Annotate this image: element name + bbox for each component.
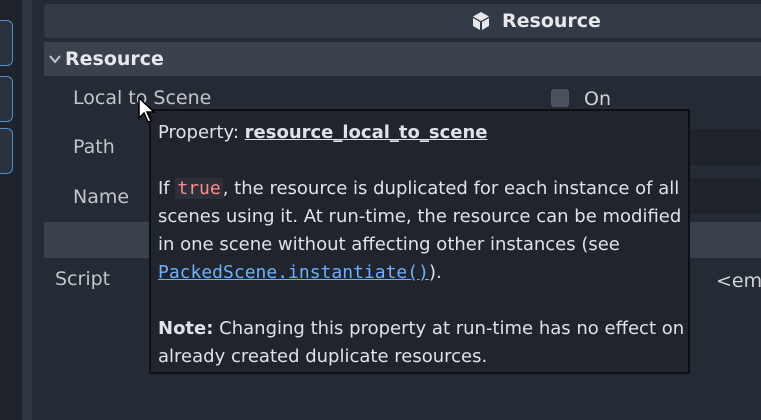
chevron-down-icon	[49, 55, 61, 64]
panel-divider[interactable]	[22, 0, 32, 420]
tooltip-note-text: Changing this property at run-time has n…	[158, 318, 685, 367]
mouse-cursor-icon	[138, 97, 156, 123]
section-title: Resource	[65, 48, 164, 70]
name-label: Name	[73, 186, 130, 208]
inspector-title: Resource	[502, 10, 601, 32]
resource-cube-icon	[473, 12, 489, 30]
tooltip-note: Note: Changing this property at run-time…	[158, 315, 688, 371]
dock-tab[interactable]	[0, 20, 13, 66]
dock-tab[interactable]	[0, 128, 13, 174]
tooltip-property-line: Property: resource_local_to_scene	[158, 119, 688, 147]
tooltip-link-instantiate[interactable]: PackedScene.instantiate()	[158, 262, 429, 283]
tooltip-code-true: true	[175, 178, 223, 199]
inspector-header: Resource	[44, 4, 761, 38]
tooltip-desc-part1: If	[158, 178, 176, 199]
dock-tab[interactable]	[0, 76, 13, 122]
left-dock	[0, 0, 22, 420]
tooltip-desc-part2: , the resource is duplicated for each in…	[158, 178, 682, 255]
tooltip-property-prefix: Property:	[158, 122, 245, 143]
section-resource[interactable]: Resource	[44, 42, 761, 76]
property-tooltip: Property: resource_local_to_scene If tru…	[149, 109, 690, 374]
script-value[interactable]: <em	[716, 270, 761, 292]
tooltip-property-name: resource_local_to_scene	[244, 122, 488, 143]
script-label: Script	[55, 268, 111, 290]
path-label: Path	[73, 136, 115, 158]
tooltip-note-label: Note:	[158, 318, 214, 339]
tooltip-description: If true, the resource is duplicated for …	[158, 175, 688, 287]
local-to-scene-checkbox[interactable]	[551, 89, 569, 107]
local-to-scene-value[interactable]: On	[584, 88, 611, 110]
tooltip-desc-part3: ).	[428, 262, 442, 283]
